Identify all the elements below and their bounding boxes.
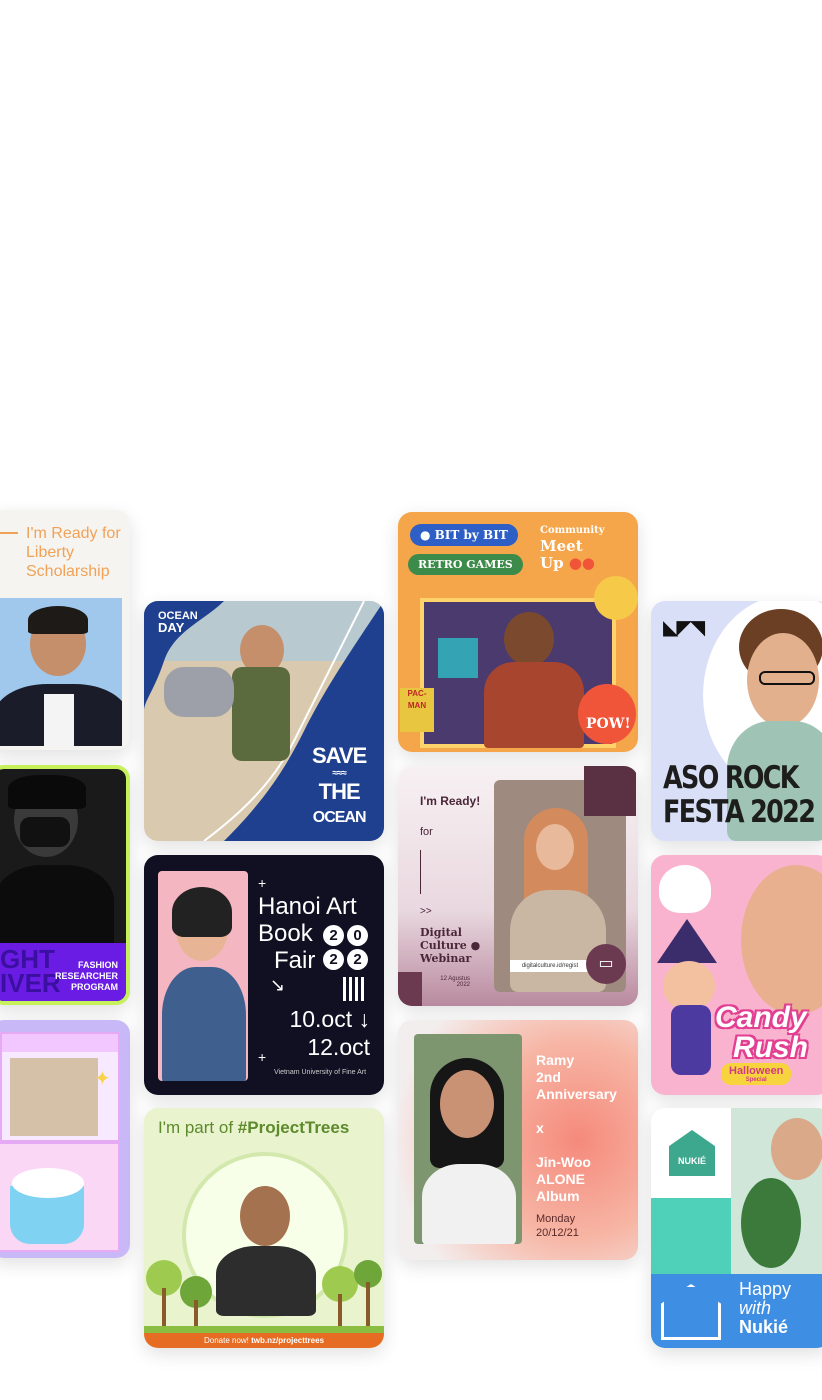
card-title: I'm part of #ProjectTrees (158, 1118, 350, 1137)
kneeling-adult (164, 667, 234, 717)
denim-jacket (162, 967, 246, 1081)
pow-label: POW! (586, 716, 631, 732)
webinar-title: Digital Culture ● Webinar (420, 926, 481, 965)
accent-rule (0, 532, 18, 534)
event-date: Monday 20/12/21 (536, 1213, 579, 1239)
brand-logo-icon: ◣◤◥ (663, 617, 705, 639)
year-digit: 2 (323, 949, 344, 970)
candy-rush-title: Candy Rush (715, 1001, 808, 1064)
arrows-icon: >> (420, 906, 432, 917)
for-label: for (420, 826, 433, 838)
corner-block (398, 972, 422, 1006)
registration-link: digitalculture.id/regist (510, 960, 590, 972)
ghost-icon (659, 865, 711, 913)
festa-title: ASO ROCK FESTA 2022 (663, 760, 816, 830)
retro-games-tag: RETRO GAMES (408, 554, 523, 575)
program-label: FASHION RESEARCHER PROGRAM (54, 960, 118, 992)
child-face (741, 865, 822, 1015)
fashion-researcher-card[interactable]: GHT IVER FASHION RESEARCHER PROGRAM (0, 765, 130, 1005)
year-digit: 2 (323, 925, 344, 946)
mask-shape (20, 817, 70, 847)
photo-panel (731, 1108, 822, 1274)
anniversary-title: Ramy 2nd Anniversary (536, 1052, 617, 1102)
plus-icon: + (258, 875, 267, 891)
retro-games-card[interactable]: ● BIT by BIT RETRO GAMES Community Meet … (398, 512, 638, 752)
witch-face-icon (663, 961, 715, 1011)
ready-label: I'm Ready! (420, 794, 481, 808)
glasses-icon (759, 671, 815, 685)
save-ocean-title: SAVE ≈≈≈ THE OCEAN (312, 743, 367, 826)
album-title: Jin-Woo ALONE Album (536, 1154, 591, 1204)
trees-illustration (144, 1260, 384, 1334)
ocean-day-badge: OCEAN DAY (158, 610, 198, 635)
hair-shape (172, 887, 232, 937)
candy-rush-card[interactable]: Candy Rush Halloween Special (651, 855, 822, 1095)
shirt-shape (44, 694, 74, 746)
aso-rock-festa-card[interactable]: ◣◤◥ ASO ROCK FESTA 2022 (651, 601, 822, 841)
year-digit: 2 (347, 949, 368, 970)
card-title: I'm Ready for Liberty Scholarship (26, 525, 121, 580)
witch-hat-icon (657, 919, 717, 963)
window-titlebar (2, 1034, 118, 1052)
hanoi-art-book-fair-card[interactable]: + Hanoi Art Book Fair 2 0 2 2 ↘ 10.oct ↓… (144, 855, 384, 1095)
qr-code-icon (343, 977, 367, 1001)
cute-window-card[interactable]: ✦ (0, 1020, 130, 1258)
face-shape (240, 1186, 290, 1246)
baby-photo (10, 1058, 98, 1136)
pacman-cabinet: PAC-MAN (400, 688, 434, 732)
meetup-label: Community Meet Up ●● (540, 525, 605, 572)
project-trees-card[interactable]: I'm part of #ProjectTrees Donate now! tw… (144, 1108, 384, 1348)
plant-shape (741, 1178, 801, 1268)
pacman-icon (594, 576, 638, 620)
hair-shape (28, 606, 88, 634)
portrait-photo (158, 871, 248, 1081)
donate-footer: Donate now! twb.nz/projecttrees (144, 1333, 384, 1348)
divider (420, 850, 421, 894)
top-shape (422, 1164, 516, 1244)
cap-shape (8, 775, 86, 809)
happy-with-nukie-title: Happy with Nukié (731, 1274, 822, 1348)
plus-icon: + (258, 1049, 267, 1065)
face-shape (440, 1070, 494, 1138)
pow-burst (578, 684, 636, 744)
corner-block (584, 766, 636, 816)
witch-body-icon (671, 1005, 711, 1075)
portrait-photo (414, 1034, 522, 1244)
ocean-day-card[interactable]: OCEAN DAY SAVE ≈≈≈ THE OCEAN (144, 601, 384, 841)
portrait-photo (0, 598, 122, 746)
nukie-card[interactable]: NUKIÉ Happy with Nukié (651, 1108, 822, 1348)
collab-x: x (536, 1120, 544, 1136)
gamer-shirt (484, 662, 584, 748)
monitor-icon: ▭ (586, 944, 626, 984)
face-shape (536, 824, 574, 870)
digital-culture-webinar-card[interactable]: digitalculture.id/regist ▭ I'm Ready! fo… (398, 766, 638, 1006)
bit-by-bit-tag: ● BIT by BIT (410, 524, 518, 546)
face-shape (771, 1118, 822, 1180)
webinar-date: 12 Agustus 2022 (440, 976, 470, 988)
gamer-face (504, 612, 554, 666)
liberty-scholarship-card[interactable]: I'm Ready for Liberty Scholarship (0, 510, 130, 750)
icecream-scoop-icon (12, 1168, 84, 1198)
ramy-anniversary-card[interactable]: Ramy 2nd Anniversary x Jin-Woo ALONE Alb… (398, 1020, 638, 1260)
fair-dates: 10.oct ↓ 12.oct (289, 1006, 370, 1060)
teal-panel (651, 1198, 731, 1274)
sparkle-icon: ✦ (94, 1068, 111, 1090)
sweater-shape (0, 865, 114, 955)
arcade-screen (438, 638, 478, 678)
arrow-down-right-icon: ↘ (270, 975, 286, 995)
year-digit: 0 (347, 925, 368, 946)
child-body (232, 667, 290, 761)
venue-label: Vietnam University of Fine Art (274, 1069, 367, 1076)
halloween-special-badge: Halloween Special (721, 1063, 792, 1085)
